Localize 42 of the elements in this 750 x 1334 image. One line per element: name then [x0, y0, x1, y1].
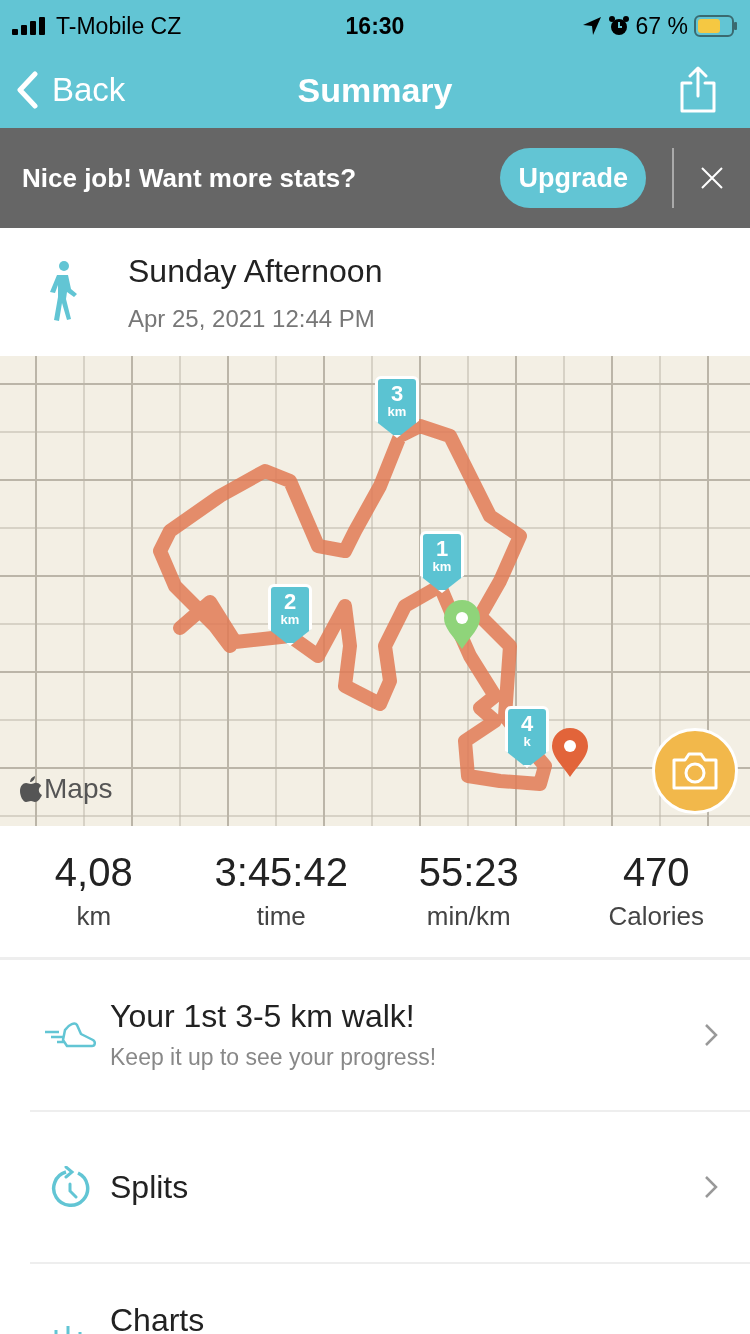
stat-label: km: [76, 900, 112, 933]
back-button[interactable]: Back: [16, 65, 126, 115]
stat-value: 3:45:42: [214, 849, 348, 896]
battery-icon: [694, 15, 738, 37]
chevron-left-icon: [16, 71, 38, 109]
list-row[interactable]: Splits: [30, 1110, 750, 1262]
signal-icon: [12, 17, 48, 35]
activity-date: Apr 25, 2021 12:44 PM: [128, 304, 376, 334]
camera-icon: [670, 751, 720, 791]
list-row[interactable]: Your 1st 3-5 km walk! Keep it up to see your progress!: [0, 960, 750, 1110]
upgrade-prompt: Nice job! Want more stats?: [22, 161, 357, 195]
stat-label: time: [256, 900, 306, 933]
row-title: Splits: [110, 1168, 189, 1207]
stat-value: 4,08: [54, 849, 133, 896]
finish-pin-icon: [551, 728, 589, 778]
activity-title: Sunday Afternoon: [128, 252, 383, 291]
sneaker-icon: [43, 1020, 97, 1050]
stat-value: 55:23: [418, 849, 519, 896]
map-attribution: Maps: [44, 772, 113, 806]
carrier-name: T-Mobile CZ: [56, 11, 182, 41]
battery-percentage: 67 %: [635, 11, 688, 41]
chevron-right-icon: [704, 1023, 718, 1047]
stopwatch-icon: [50, 1166, 90, 1208]
stat-value: 470: [622, 849, 690, 896]
close-button[interactable]: [700, 166, 724, 190]
share-icon: [678, 66, 718, 114]
row-title: Your 1st 3-5 km walk!: [110, 996, 416, 1036]
stat-label: Calories: [608, 900, 704, 933]
share-button[interactable]: [678, 66, 718, 114]
row-title: Charts: [110, 1301, 205, 1334]
row-subtitle: Keep it up to see your progress!: [110, 1042, 437, 1072]
alarm-clock-icon: [607, 15, 630, 37]
list-row[interactable]: Charts: [30, 1262, 750, 1334]
location-arrow-icon: [581, 16, 602, 36]
close-icon: [700, 166, 724, 190]
clock-time: 16:30: [345, 11, 405, 41]
chevron-right-icon: [704, 1175, 718, 1199]
screen-title: Summary: [297, 69, 453, 111]
stat-label: min/km: [426, 900, 511, 933]
upgrade-button[interactable]: Upgrade: [500, 148, 646, 208]
apple-icon: [20, 776, 42, 802]
start-pin-icon: [443, 600, 481, 650]
